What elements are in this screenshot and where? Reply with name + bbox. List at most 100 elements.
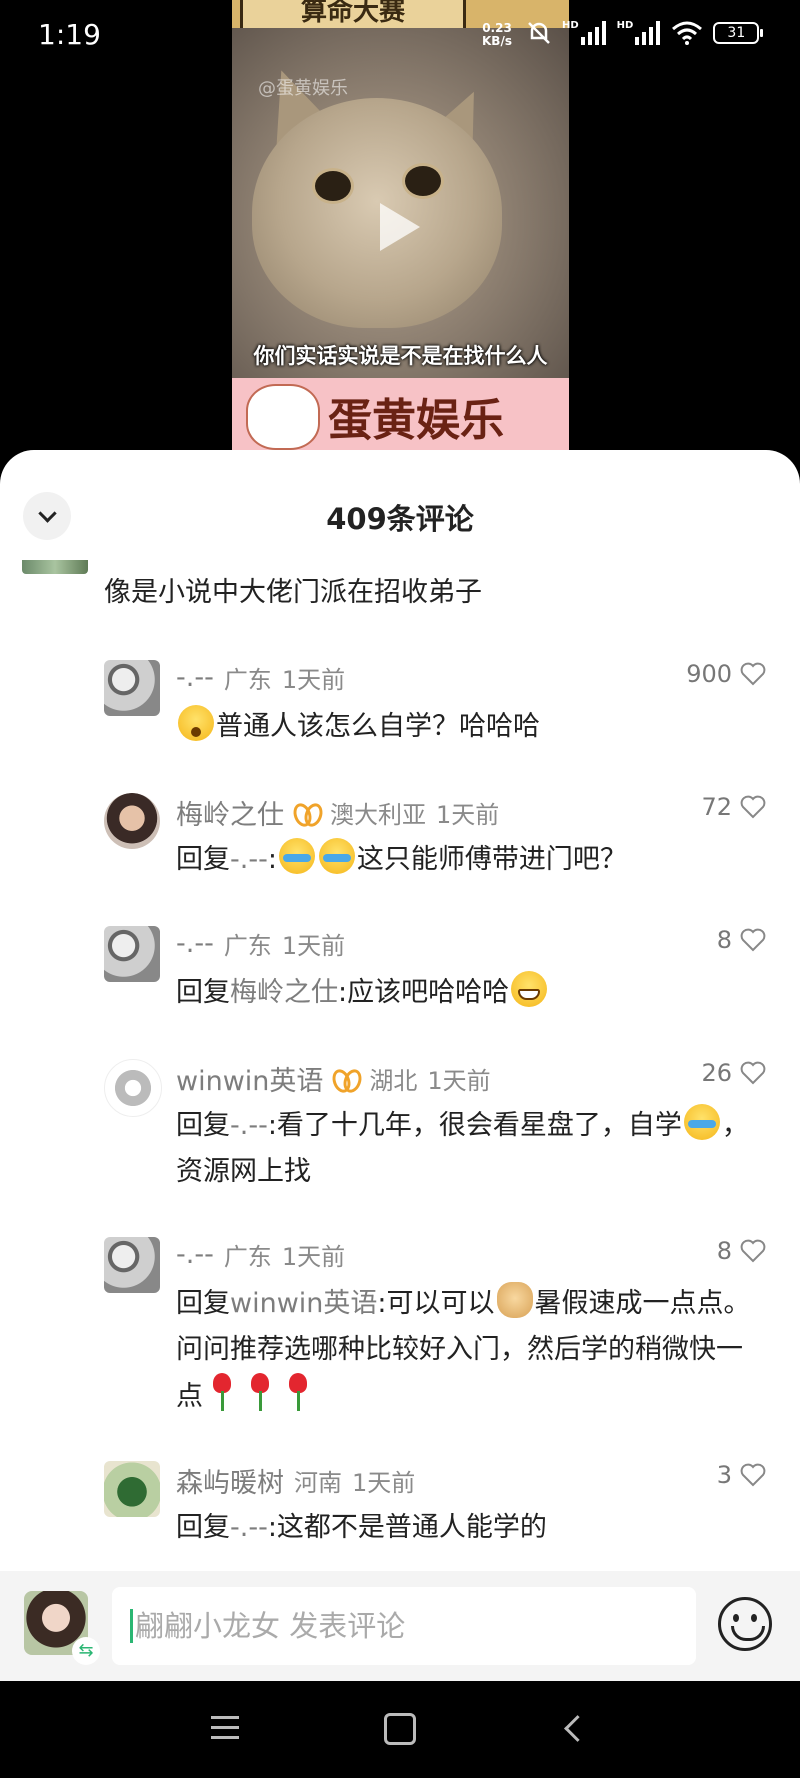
home-button[interactable]	[380, 1709, 420, 1749]
text-segment: 回复	[176, 977, 230, 1008]
like-count: 72	[701, 793, 732, 821]
text-segment: :应该吧哈哈哈	[338, 977, 510, 1008]
rose-emoji-icon	[209, 1373, 235, 1413]
avatar[interactable]	[104, 1059, 162, 1117]
timestamp: 1天前	[281, 666, 346, 694]
signal-icon-1	[580, 21, 606, 45]
like-count: 3	[716, 1461, 732, 1489]
recent-apps-button[interactable]	[205, 1709, 245, 1749]
location: 广东	[223, 666, 272, 694]
video-subtitle: 你们实话实说是不是在找什么人	[253, 344, 548, 368]
mute-bell-icon	[528, 22, 550, 44]
comment-text: 回复-.--:这都不是普通人能学的	[176, 1505, 766, 1551]
text-segment: 普通人该怎么自学？哈哈哈	[216, 711, 540, 742]
like-count: 900	[686, 660, 732, 688]
grin-emoji-icon	[511, 971, 548, 1007]
video-footer-text: 蛋黄娱乐	[328, 395, 504, 446]
text-segment: :	[267, 844, 277, 875]
like-button[interactable]: 8	[717, 926, 766, 954]
timestamp: 1天前	[352, 1469, 416, 1497]
cartoon-cat-logo	[246, 384, 320, 450]
username[interactable]: -.--	[176, 662, 214, 693]
text-segment: :可以可以	[377, 1288, 495, 1319]
text-segment: :看了十几年，很会看星盘了，自学	[267, 1110, 682, 1141]
timestamp: 1天前	[281, 932, 346, 960]
video-frame: @蛋黄娱乐	[232, 28, 569, 378]
avatar[interactable]	[22, 560, 88, 574]
switch-account-icon[interactable]: ⇆	[72, 1637, 100, 1665]
username[interactable]: 森屿暖树	[176, 1461, 284, 1500]
comment-input-bar: ⇆ 翩翩小龙女 发表评论	[0, 1571, 800, 1681]
back-button[interactable]	[556, 1709, 596, 1749]
username[interactable]: -.--	[176, 1239, 214, 1270]
comment-text: 回复-.--:看了十几年，很会看星盘了，自学 ，资源网上找	[176, 1103, 766, 1195]
heart-icon	[740, 795, 766, 819]
like-button[interactable]: 3	[717, 1461, 766, 1489]
heart-icon	[740, 1239, 766, 1263]
comment-meta: 梅岭之仕 澳大利亚 1天前	[176, 793, 499, 832]
comment-meta: -.-- 广东 1天前	[176, 926, 345, 961]
text-segment: 回复	[176, 1110, 230, 1141]
status-bar: 1:19 0.23 KB/s HD HD 31	[0, 0, 800, 72]
system-nav-bar	[0, 1681, 800, 1778]
cry-emoji-icon	[278, 838, 315, 874]
comment-text: 回复-.--: 这只能师傅带进门吧？	[176, 837, 766, 883]
comment-meta: 森屿暖树 河南 1天前	[176, 1461, 415, 1500]
avatar[interactable]	[104, 660, 160, 716]
signal-icon-2	[635, 21, 661, 45]
location: 广东	[223, 1243, 272, 1271]
like-count: 26	[701, 1059, 732, 1087]
wifi-icon	[672, 21, 703, 45]
cat-eye	[402, 163, 444, 199]
heart-icon	[740, 662, 766, 686]
video-watermark: @蛋黄娱乐	[258, 78, 348, 99]
rose-emoji-icon	[247, 1373, 273, 1413]
play-icon[interactable]	[380, 203, 420, 251]
text-caret	[130, 1609, 133, 1643]
username[interactable]: -.--	[176, 928, 214, 959]
comment-sheet: 409条评论 像是小说中大佬门派在招收弟子 -.-- 广东 1天前 900 普通人该怎么…	[0, 450, 800, 1681]
text-segment: :这都不是普通人能学的	[267, 1512, 547, 1543]
shock-emoji-icon	[178, 705, 214, 741]
video-footer: 蛋黄娱乐	[232, 378, 569, 450]
network-speed: 0.23 KB/s	[482, 22, 512, 48]
cat-image	[252, 98, 502, 328]
username[interactable]: 梅岭之仕	[176, 793, 284, 832]
heart-icon	[740, 928, 766, 952]
like-button[interactable]: 8	[717, 1237, 766, 1265]
avatar[interactable]	[104, 1461, 160, 1517]
mention-link[interactable]: -.--	[230, 844, 268, 875]
avatar[interactable]	[104, 1237, 160, 1293]
text-segment: 这只能师傅带进门吧？	[356, 844, 627, 875]
network-speed-unit: KB/s	[482, 34, 512, 48]
signal-hd-label-1: HD	[562, 20, 579, 31]
like-button[interactable]: 26	[701, 1059, 766, 1087]
mention-link[interactable]: 梅岭之仕	[230, 977, 338, 1008]
like-count: 8	[716, 926, 732, 954]
comment-meta: -.-- 广东 1天前	[176, 660, 345, 695]
mention-link[interactable]: -.--	[230, 1512, 268, 1543]
location: 澳大利亚	[330, 801, 426, 829]
creator-badge-icon	[294, 801, 320, 825]
comment-count-title: 409条评论	[326, 502, 474, 536]
location: 广东	[223, 932, 272, 960]
doge-emoji-icon	[496, 1282, 533, 1318]
like-button[interactable]: 900	[686, 660, 766, 688]
location: 河南	[294, 1469, 342, 1497]
like-button[interactable]: 72	[701, 793, 766, 821]
mention-link[interactable]: -.--	[230, 1110, 268, 1141]
emoji-button[interactable]	[718, 1597, 772, 1651]
signal-hd-label-2: HD	[616, 20, 634, 31]
comment-sheet-header: 409条评论	[0, 450, 800, 540]
avatar[interactable]	[104, 926, 160, 982]
avatar[interactable]	[104, 793, 160, 849]
timestamp: 1天前	[281, 1243, 346, 1271]
cry-emoji-icon	[683, 1104, 720, 1140]
heart-icon	[740, 1061, 766, 1085]
mention-link[interactable]: winwin英语	[230, 1288, 377, 1319]
comment-input[interactable]: 翩翩小龙女 发表评论	[112, 1587, 696, 1665]
comment-text: 普通人该怎么自学？哈哈哈	[176, 704, 766, 750]
timestamp: 1天前	[436, 801, 500, 829]
comment-text: 像是小说中大佬门派在招收弟子	[104, 577, 482, 608]
username[interactable]: winwin英语	[176, 1059, 323, 1098]
